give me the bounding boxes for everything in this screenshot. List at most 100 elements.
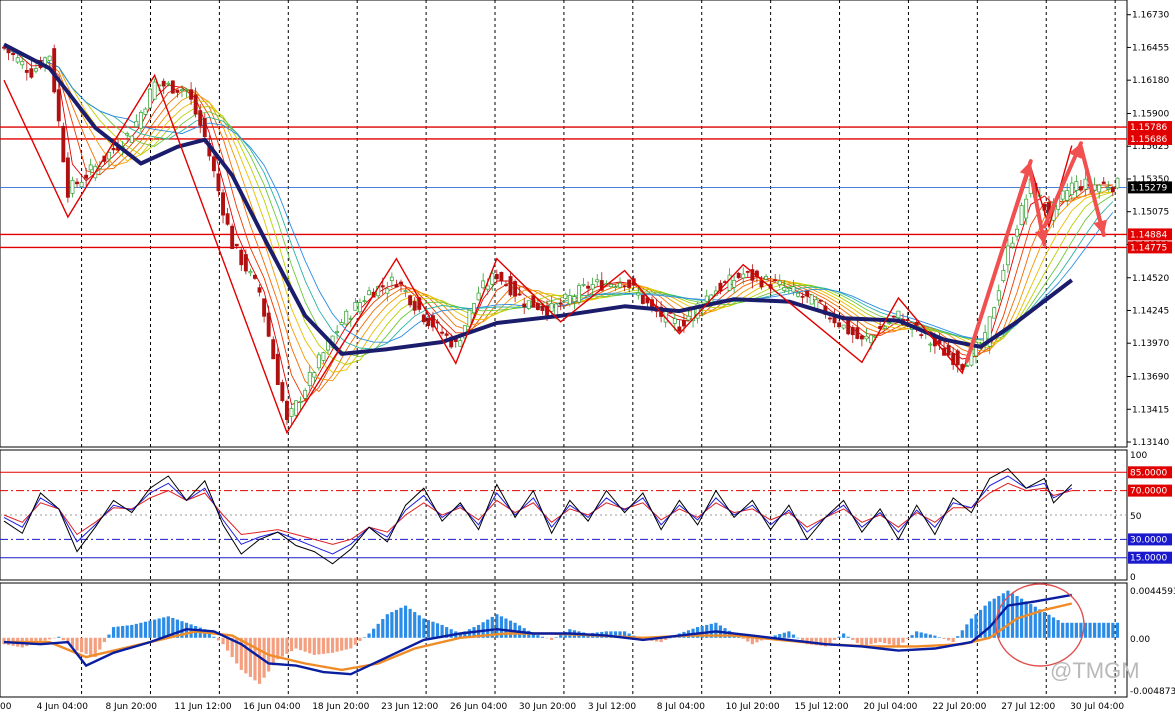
macd-hist-bar [285,637,289,654]
macd-hist-bar [545,637,549,639]
candle-body [125,133,130,136]
macd-hist-bar [873,637,878,644]
candle-body [563,293,568,299]
macd-hist-bar [1097,622,1101,638]
candle-body [764,276,769,280]
candle-body [380,285,385,288]
oscillator-panel: 100 50 0 85.0000 70.0000 30.0000 15.0000 [0,449,1172,583]
candle-body [79,181,84,188]
candle-body [1078,186,1083,191]
candle-body [745,271,750,273]
price-tick-label: 1.15075 [1132,208,1169,218]
macd-hist-bar [289,637,294,652]
macd-hist-bar [372,628,376,638]
macd-hist-bar [540,636,545,638]
candle-body [914,322,919,326]
macd-hist-bar [335,637,339,652]
candle-body [494,274,499,280]
candle-body [946,345,951,356]
candle-body [896,310,901,319]
candle-body [481,280,486,289]
macd-hist-bar [910,635,914,638]
candle-body [180,89,184,92]
macd-hist-bar [933,635,937,638]
macd-hist-bar [61,637,65,641]
candle-body [549,303,554,312]
candle-body [15,57,20,63]
candle-body [613,286,618,288]
candle-body [225,213,230,225]
candle-body [307,371,312,386]
macd-hist-bar [828,637,832,644]
candle-body [253,274,257,279]
macd-hist-bar [796,637,800,639]
candle-body [1024,198,1029,219]
macd-hist-bar [960,630,964,638]
candle-body [75,181,79,185]
candle-body [426,317,431,326]
macd-hist-bar [915,631,919,638]
time-label: 18 Jun 20:00 [312,702,369,712]
candle-body [704,295,709,302]
candle-body [517,293,522,296]
candle-body [905,319,910,322]
macd-hist-bar [435,623,440,638]
macd-hist-bar [992,598,996,638]
macd-hist-bar [43,637,47,641]
candle-body [618,282,622,288]
macd-hist-bar [280,637,284,657]
candle-body [11,52,16,56]
candle-body [522,303,527,308]
macd-hist-bar [326,637,330,654]
macd-hist-bar [403,605,408,638]
candle-body [955,350,960,366]
price-tick-label: 1.16180 [1132,76,1169,86]
macd-hist-bar [883,637,887,644]
candle-body [170,80,175,94]
candle-body [1010,242,1015,248]
candle-body [887,322,892,325]
candle-body [800,295,805,298]
candle-body [672,318,677,324]
trading-chart: 1.167301.164551.161801.159001.156251.153… [0,0,1175,713]
macd-hist-bar [226,637,230,651]
macd-hist-bar [842,633,846,638]
candle-body [24,69,29,73]
candle-body [107,152,111,160]
candle-body [828,317,832,320]
time-label: 27 Jul 12:00 [1001,702,1055,712]
macd-hist-bar [413,612,417,638]
time-label: 30 Jun 20:00 [519,702,576,712]
candle-body [198,110,203,126]
candle-body [1097,184,1102,193]
macd-hist-bar [362,637,367,638]
candle-body [193,94,198,115]
macd-hist-bar [107,634,111,638]
macd-tick-label: 0.0044593 [1130,587,1175,597]
macd-hist-bar [253,637,257,681]
candle-body [412,301,417,311]
candle-body [859,335,864,340]
price-tick-label: 1.16730 [1132,11,1169,21]
candle-body [581,284,586,286]
candle-body [937,339,942,344]
candle-body [403,290,408,293]
macd-hist-bar [399,607,403,638]
macd-hist-bar [1093,622,1097,638]
candle-body [271,339,276,360]
candle-body [513,281,518,297]
macd-hist-bar [864,637,869,646]
macd-hist-bar [257,637,262,684]
candle-body [791,286,796,293]
candle-body [805,290,810,297]
macd-hist-bar [536,635,540,638]
candle-body [809,294,814,305]
candle-body [590,284,595,290]
macd-hist-bar [837,636,841,638]
candle-body [1069,182,1074,195]
macd-hist-bar [924,633,928,638]
macd-hist-bar [1051,617,1056,638]
candle-body [280,382,285,401]
time-label: 26 Jun 04:00 [450,702,507,712]
macd-hist-bar [1042,612,1047,638]
